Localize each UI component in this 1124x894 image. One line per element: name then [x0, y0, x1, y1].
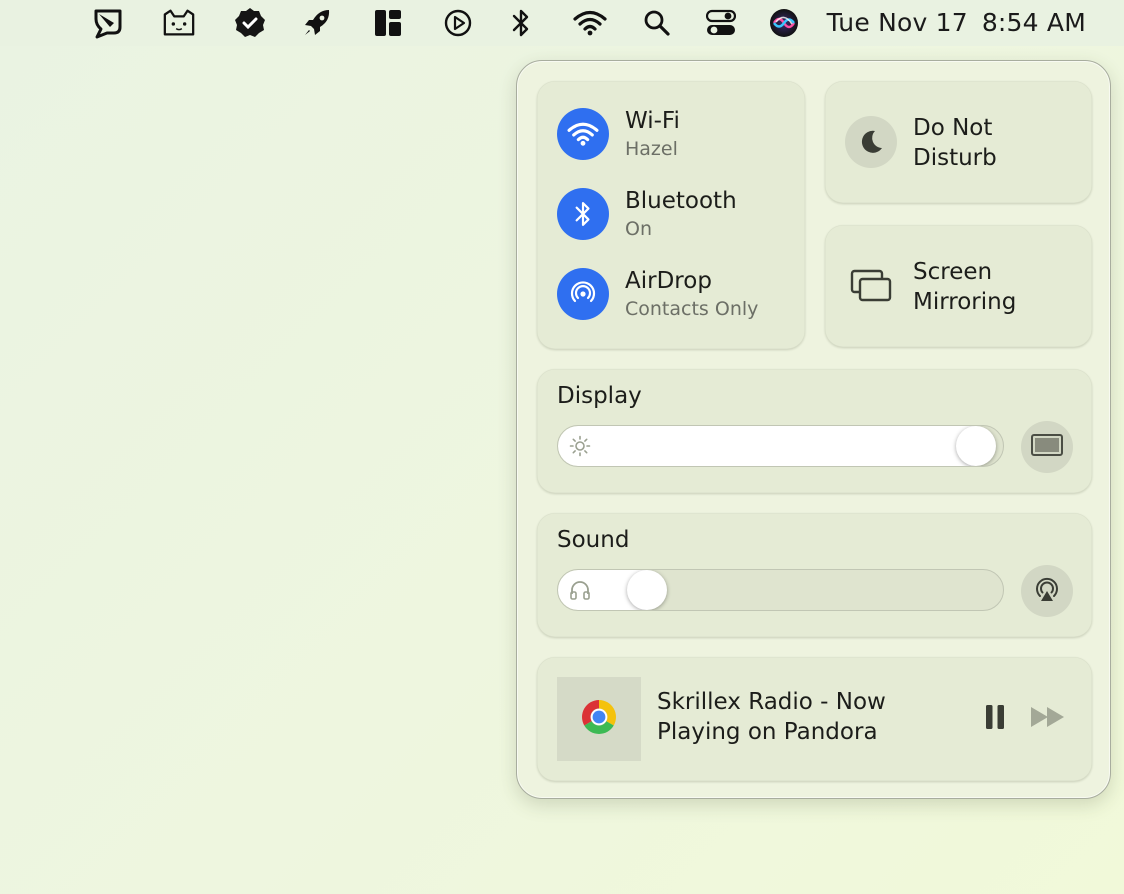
siri-icon[interactable]: [767, 7, 801, 39]
menu-bar-date: Tue Nov 17: [826, 8, 968, 37]
bluetooth-icon[interactable]: [504, 7, 538, 39]
cat-icon[interactable]: [162, 7, 196, 39]
display-settings-button[interactable]: [1021, 421, 1073, 473]
do-not-disturb-line2: Disturb: [913, 145, 997, 171]
screen-mirroring-label: Screen Mirroring: [913, 257, 1016, 317]
bluetooth-icon[interactable]: [557, 188, 609, 240]
now-playing-artwork[interactable]: [557, 677, 641, 761]
airdrop-title: AirDrop: [625, 268, 712, 294]
menu-bar-clock[interactable]: Tue Nov 17 8:54 AM: [827, 0, 1086, 46]
sun-icon: [568, 434, 592, 458]
menu-bar-time: 8:54 AM: [981, 8, 1086, 37]
layout-grid-icon[interactable]: [371, 7, 405, 39]
headphones-icon: [568, 578, 592, 602]
screen-mirroring-line1: Screen: [913, 259, 993, 285]
wifi-icon[interactable]: [557, 108, 609, 160]
do-not-disturb-tile[interactable]: Do Not Disturb: [825, 81, 1092, 203]
airdrop-toggle[interactable]: AirDrop Contacts Only: [557, 268, 797, 322]
moon-icon[interactable]: [845, 116, 897, 168]
control-center-panel: Wi-Fi Hazel Bluetooth On AirDrop Contact…: [516, 60, 1111, 799]
bluetooth-status: On: [625, 218, 652, 240]
bluetooth-title: Bluetooth: [625, 188, 737, 214]
chrome-icon: [580, 698, 618, 740]
brightness-slider-knob[interactable]: [956, 426, 997, 466]
pause-icon: [985, 704, 1005, 734]
do-not-disturb-label: Do Not Disturb: [913, 113, 997, 173]
display-icon: [1030, 433, 1064, 461]
play-circle-icon[interactable]: [441, 7, 475, 39]
now-playing-title: Skrillex Radio - Now Playing on Pandora: [657, 689, 886, 745]
wifi-icon[interactable]: [573, 7, 607, 39]
screen-mirroring-tile[interactable]: Screen Mirroring: [825, 225, 1092, 347]
wifi-network-name: Hazel: [625, 138, 678, 160]
airplay-audio-icon: [1031, 573, 1063, 609]
brightness-slider[interactable]: [557, 425, 1004, 467]
screen-mirroring-icon[interactable]: [845, 260, 897, 312]
now-playing-tile[interactable]: Skrillex Radio - Now Playing on Pandora: [537, 657, 1092, 781]
wifi-toggle[interactable]: Wi-Fi Hazel: [557, 108, 797, 162]
pause-button[interactable]: [983, 701, 1007, 737]
airplay-audio-button[interactable]: [1021, 565, 1073, 617]
fast-forward-icon: [1030, 706, 1066, 732]
checkmark-badge-icon[interactable]: [233, 7, 267, 39]
search-icon[interactable]: [640, 7, 674, 39]
volume-slider[interactable]: [557, 569, 1004, 611]
airdrop-status: Contacts Only: [625, 298, 759, 320]
sound-title: Sound: [557, 527, 630, 553]
network-tile: Wi-Fi Hazel Bluetooth On AirDrop Contact…: [537, 81, 805, 349]
do-not-disturb-line1: Do Not: [913, 115, 993, 141]
brightness-fill: [558, 426, 977, 466]
fast-forward-button[interactable]: [1029, 701, 1067, 737]
display-title: Display: [557, 383, 642, 409]
control-center-icon[interactable]: [704, 7, 738, 39]
sound-tile: Sound: [537, 513, 1092, 637]
menu-bar: Tue Nov 17 8:54 AM: [0, 0, 1124, 46]
display-tile: Display: [537, 369, 1092, 493]
wifi-title: Wi-Fi: [625, 108, 680, 134]
bluetooth-toggle[interactable]: Bluetooth On: [557, 188, 797, 242]
rocket-icon[interactable]: [300, 7, 334, 39]
chat-bubble-icon[interactable]: [91, 7, 125, 39]
screen-mirroring-line2: Mirroring: [913, 289, 1017, 315]
airdrop-icon[interactable]: [557, 268, 609, 320]
volume-slider-knob[interactable]: [627, 570, 667, 610]
